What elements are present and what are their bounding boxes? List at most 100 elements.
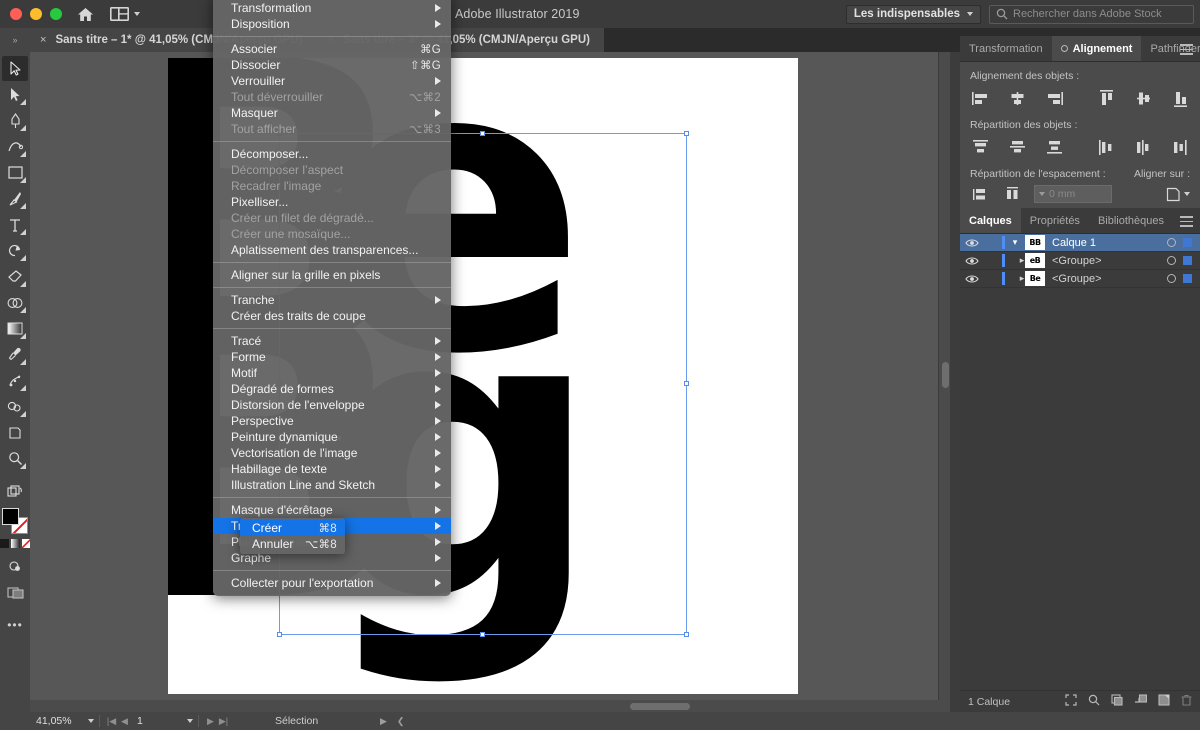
menu-item[interactable]: Aligner sur la grille en pixels xyxy=(213,267,451,283)
layer-name[interactable]: <Groupe> xyxy=(1045,255,1167,267)
pen-tool[interactable] xyxy=(2,108,28,133)
menu-item[interactable]: Masquer xyxy=(213,105,451,121)
layer-row-calque-1[interactable]: ▾ BB Calque 1 xyxy=(960,234,1200,252)
distribute-bottom-button[interactable] xyxy=(1044,138,1064,156)
selection-square-icon[interactable] xyxy=(1183,256,1192,265)
selection-handle[interactable] xyxy=(684,131,689,136)
zoom-dropdown-icon[interactable] xyxy=(88,719,94,723)
scrollbar-thumb[interactable] xyxy=(942,362,949,388)
distribute-left-button[interactable] xyxy=(1096,138,1116,156)
align-center-vertical-button[interactable] xyxy=(1133,89,1153,107)
fill-stroke-swatches[interactable] xyxy=(2,508,28,534)
canvas-horizontal-scrollbar[interactable] xyxy=(30,700,950,712)
canvas-area[interactable]: B B e g xyxy=(30,52,950,712)
menu-item[interactable]: Dissocier ⇧⌘G xyxy=(213,57,451,73)
submenu-item[interactable]: Créer ⌘8 xyxy=(240,520,345,536)
menu-item[interactable]: Disposition xyxy=(213,16,451,32)
menu-item[interactable]: Collecter pour l'exportation xyxy=(213,575,451,591)
locate-object-icon[interactable] xyxy=(1065,694,1077,709)
selection-handle[interactable] xyxy=(480,632,485,637)
selection-handle[interactable] xyxy=(277,632,282,637)
panel-menu-icon[interactable] xyxy=(1180,44,1193,58)
expand-chevron-icon[interactable]: ▸ xyxy=(1005,273,1025,284)
direct-selection-tool[interactable] xyxy=(2,82,28,107)
delete-layer-icon[interactable] xyxy=(1181,694,1192,709)
menu-item[interactable]: Tranche xyxy=(213,292,451,308)
perspective-grid-tool[interactable] xyxy=(2,394,28,419)
target-circle-icon[interactable] xyxy=(1167,256,1176,265)
maximize-window-button[interactable] xyxy=(50,8,62,20)
gradient-tool[interactable] xyxy=(2,316,28,341)
stock-search-input[interactable]: Rechercher dans Adobe Stock xyxy=(989,4,1194,24)
next-artboard-button[interactable]: ▶ xyxy=(204,716,217,727)
chevron-down-icon[interactable] xyxy=(134,12,140,16)
align-to-dropdown[interactable] xyxy=(1166,187,1190,202)
status-nav-controls[interactable]: ▶ ❮ xyxy=(380,716,404,727)
shape-builder-tool[interactable] xyxy=(2,290,28,315)
eraser-tool[interactable] xyxy=(2,264,28,289)
rectangle-tool[interactable] xyxy=(2,160,28,185)
submenu-item[interactable]: Annuler ⌥⌘8 xyxy=(240,536,345,552)
zoom-level-value[interactable]: 41,05% xyxy=(36,715,88,727)
status-menu-icon[interactable]: ▶ xyxy=(380,716,387,727)
menu-item[interactable]: Illustration Line and Sketch xyxy=(213,477,451,493)
menu-item[interactable]: Verrouiller xyxy=(213,73,451,89)
fill-swatch[interactable] xyxy=(2,508,19,525)
chevron-down-icon[interactable] xyxy=(967,12,973,16)
menu-item[interactable]: Créer des traits de coupe xyxy=(213,308,451,324)
menu-item[interactable]: Dégradé de formes xyxy=(213,381,451,397)
distribute-top-button[interactable] xyxy=(970,138,990,156)
arrange-documents-icon[interactable] xyxy=(110,7,140,21)
layer-name[interactable]: Calque 1 xyxy=(1045,237,1167,249)
search-icon[interactable] xyxy=(1088,694,1100,709)
change-screen-mode-icon[interactable] xyxy=(2,479,28,504)
paintbrush-tool[interactable] xyxy=(2,186,28,211)
menu-item[interactable]: Perspective xyxy=(213,413,451,429)
artboard-number-input[interactable]: 1 xyxy=(131,715,187,727)
home-icon[interactable] xyxy=(76,5,94,23)
align-left-button[interactable] xyxy=(970,89,990,107)
visibility-eye-icon[interactable] xyxy=(960,274,984,284)
visibility-eye-icon[interactable] xyxy=(960,238,984,248)
distribute-horizontal-center-button[interactable] xyxy=(1133,138,1153,156)
align-right-button[interactable] xyxy=(1044,89,1064,107)
spacing-value-input[interactable]: 0 mm xyxy=(1034,185,1112,203)
vertical-distribute-space-button[interactable] xyxy=(970,185,990,203)
menu-item[interactable]: Décomposer... xyxy=(213,146,451,162)
menu-item[interactable]: Aplatissement des transparences... xyxy=(213,242,451,258)
menu-item[interactable]: Associer ⌘G xyxy=(213,41,451,57)
canvas-vertical-scrollbar[interactable] xyxy=(938,52,950,712)
menu-item[interactable]: Masque d'écrêtage xyxy=(213,502,451,518)
selection-square-icon[interactable] xyxy=(1183,238,1192,247)
panel-menu-icon[interactable] xyxy=(1180,216,1193,230)
selection-handle[interactable] xyxy=(684,632,689,637)
curvature-tool[interactable] xyxy=(2,134,28,159)
selection-square-icon[interactable] xyxy=(1183,274,1192,283)
menu-item[interactable]: Tracé xyxy=(213,333,451,349)
menu-item[interactable]: Pixelliser... xyxy=(213,194,451,210)
tab-overflow-icon[interactable]: » xyxy=(0,28,30,52)
menu-item[interactable]: Vectorisation de l'image xyxy=(213,445,451,461)
zoom-tool[interactable] xyxy=(2,446,28,471)
color-mode-swatches[interactable] xyxy=(0,539,31,548)
menu-item[interactable]: Habillage de texte xyxy=(213,461,451,477)
more-tools-button[interactable]: ••• xyxy=(2,612,28,637)
tab-proprietes[interactable]: Propriétés xyxy=(1020,208,1089,233)
selection-tool[interactable] xyxy=(2,56,28,81)
artboard-tool[interactable] xyxy=(2,420,28,445)
menu-item[interactable]: Distorsion de l'enveloppe xyxy=(213,397,451,413)
first-artboard-button[interactable]: |◀ xyxy=(105,716,118,727)
chevron-down-icon[interactable] xyxy=(1184,192,1190,196)
selection-handle[interactable] xyxy=(480,131,485,136)
close-window-button[interactable] xyxy=(10,8,22,20)
status-resize-icon[interactable]: ❮ xyxy=(397,716,405,727)
minimize-window-button[interactable] xyxy=(30,8,42,20)
menu-item[interactable]: Transformation xyxy=(213,0,451,16)
align-center-horizontal-button[interactable] xyxy=(1007,89,1027,107)
create-sublayer-icon[interactable] xyxy=(1134,694,1148,709)
target-circle-icon[interactable] xyxy=(1167,274,1176,283)
type-tool[interactable] xyxy=(2,212,28,237)
selection-handle[interactable] xyxy=(684,381,689,386)
artboard-dropdown-icon[interactable] xyxy=(187,719,193,723)
scrollbar-thumb[interactable] xyxy=(630,703,690,710)
